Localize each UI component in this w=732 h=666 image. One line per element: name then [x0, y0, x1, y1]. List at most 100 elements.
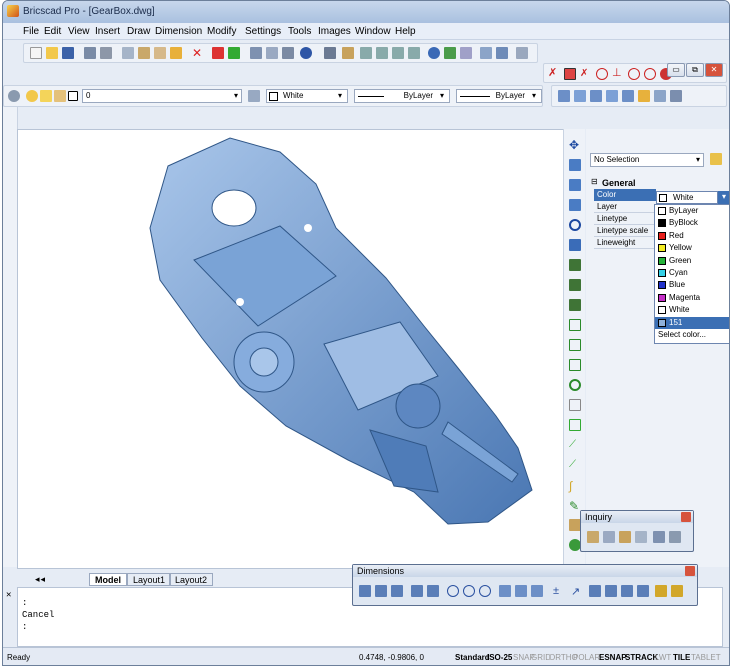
- edit-pline-icon[interactable]: ⟋: [569, 439, 581, 451]
- menu-draw[interactable]: Draw: [127, 26, 150, 37]
- prop-lineweight-label[interactable]: Lineweight: [594, 237, 656, 249]
- tab-layout1[interactable]: Layout1: [127, 573, 172, 586]
- view-icon[interactable]: [444, 47, 456, 59]
- dim-edit-1-icon[interactable]: [589, 585, 601, 597]
- render-icon[interactable]: [428, 47, 440, 59]
- snap-midpoint-icon[interactable]: [564, 68, 576, 80]
- color-option[interactable]: Red: [655, 230, 729, 242]
- edit-spline-icon[interactable]: ⟋: [569, 459, 581, 471]
- zoom-in-icon[interactable]: [376, 47, 388, 59]
- snap-intersection-icon[interactable]: ✗: [580, 68, 592, 80]
- erase-icon[interactable]: ✎: [569, 499, 581, 513]
- menu-tools[interactable]: Tools: [288, 26, 311, 37]
- copy-icon[interactable]: [138, 47, 150, 59]
- snap-tangent-icon[interactable]: [628, 68, 640, 80]
- view-iso-ne-icon[interactable]: [670, 90, 682, 102]
- doc-close-button[interactable]: ✕: [705, 63, 723, 77]
- redo-icon[interactable]: [228, 47, 240, 59]
- save-icon[interactable]: [62, 47, 74, 59]
- tab-layout2[interactable]: Layout2: [169, 573, 214, 586]
- prop-color-label[interactable]: Color: [594, 189, 656, 201]
- doc-restore-button[interactable]: ▭: [667, 63, 685, 77]
- color-option[interactable]: 151: [655, 316, 729, 329]
- menu-edit[interactable]: Edit: [44, 26, 61, 37]
- undo-icon[interactable]: [212, 47, 224, 59]
- chamfer-icon[interactable]: [569, 399, 581, 411]
- dim-aligned-icon[interactable]: [375, 585, 387, 597]
- break-icon[interactable]: [569, 339, 581, 351]
- time-icon[interactable]: [669, 531, 681, 543]
- layer-previous-icon[interactable]: [248, 90, 260, 102]
- view-top-icon[interactable]: [558, 90, 570, 102]
- close-icon[interactable]: [681, 512, 691, 522]
- dim-baseline-icon[interactable]: [499, 585, 511, 597]
- status-tablet[interactable]: TABLET: [691, 653, 721, 662]
- prop-linetype-label[interactable]: Linetype: [594, 213, 656, 225]
- snap-center-icon[interactable]: [596, 68, 608, 80]
- leader-icon[interactable]: ↗: [571, 585, 583, 598]
- viewports-icon[interactable]: [480, 47, 492, 59]
- quick-select-icon[interactable]: [710, 153, 722, 165]
- prop-linetype-scale-label[interactable]: Linetype scale: [594, 225, 656, 237]
- area-icon[interactable]: [603, 531, 615, 543]
- layers-icon[interactable]: [250, 47, 262, 59]
- menu-help[interactable]: Help: [395, 26, 416, 37]
- status-tile[interactable]: TILE: [673, 653, 690, 662]
- cut-icon[interactable]: [122, 47, 134, 59]
- dim-continue-icon[interactable]: [515, 585, 527, 597]
- dim-linear-icon[interactable]: [359, 585, 371, 597]
- dimensions-toolbar[interactable]: Dimensions ± ↗: [352, 564, 698, 606]
- match-icon[interactable]: [170, 47, 182, 59]
- list-icon[interactable]: [635, 531, 647, 543]
- open-icon[interactable]: [46, 47, 58, 59]
- color-option[interactable]: Select color...: [655, 329, 729, 341]
- join-icon[interactable]: [569, 359, 581, 371]
- selection-filter[interactable]: No Selection: [590, 153, 704, 167]
- color-option[interactable]: ByLayer: [655, 205, 729, 217]
- table-view-icon[interactable]: [516, 47, 528, 59]
- menu-window[interactable]: Window: [355, 26, 391, 37]
- color-option[interactable]: Magenta: [655, 292, 729, 304]
- view-right-icon[interactable]: [606, 90, 618, 102]
- view-iso-se-icon[interactable]: [654, 90, 666, 102]
- properties-icon[interactable]: [266, 47, 278, 59]
- pan-icon[interactable]: [324, 47, 336, 59]
- tolerance-icon[interactable]: ±: [553, 585, 565, 597]
- status-dim-style[interactable]: ISO-25: [487, 653, 512, 662]
- color-select[interactable]: White: [266, 89, 348, 103]
- scale-icon[interactable]: [569, 239, 581, 251]
- view-bottom-icon[interactable]: [574, 90, 586, 102]
- layer-select[interactable]: 0: [82, 89, 242, 103]
- status-grid[interactable]: GRID: [531, 653, 551, 662]
- ucs-icon[interactable]: [496, 47, 508, 59]
- new-icon[interactable]: [30, 47, 42, 59]
- zoom-window-icon[interactable]: [360, 47, 372, 59]
- distance-icon[interactable]: [587, 531, 599, 543]
- mirror-icon[interactable]: [569, 179, 581, 191]
- color-dropdown-button[interactable]: ▾: [718, 191, 729, 204]
- status-lwt[interactable]: LWT: [655, 653, 671, 662]
- color-option[interactable]: Green: [655, 255, 729, 267]
- snap-endpoint-icon[interactable]: ✗: [548, 68, 560, 80]
- dim-edit-4-icon[interactable]: [637, 585, 649, 597]
- dim-style-1-icon[interactable]: [655, 585, 667, 597]
- menu-settings[interactable]: Settings: [245, 26, 281, 37]
- dim-angular-icon[interactable]: [391, 585, 403, 597]
- inquiry-toolbar[interactable]: Inquiry: [580, 510, 694, 552]
- copy-objects-icon[interactable]: [569, 159, 581, 171]
- drawing-canvas[interactable]: [17, 129, 565, 569]
- prop-layer-label[interactable]: Layer: [594, 201, 656, 213]
- dim-style-2-icon[interactable]: [671, 585, 683, 597]
- color-option[interactable]: White: [655, 304, 729, 316]
- color-option[interactable]: Yellow: [655, 242, 729, 254]
- print-icon[interactable]: [100, 47, 112, 59]
- layer-on-icon[interactable]: [26, 90, 38, 102]
- help-icon[interactable]: [300, 47, 312, 59]
- id-point-icon[interactable]: [653, 531, 665, 543]
- status-polar[interactable]: POLAR: [573, 653, 600, 662]
- close-icon[interactable]: [685, 566, 695, 576]
- close-icon[interactable]: ✕: [6, 590, 11, 600]
- explode-icon[interactable]: [569, 419, 581, 431]
- trim-icon[interactable]: [569, 299, 581, 311]
- menu-file[interactable]: File: [23, 26, 39, 37]
